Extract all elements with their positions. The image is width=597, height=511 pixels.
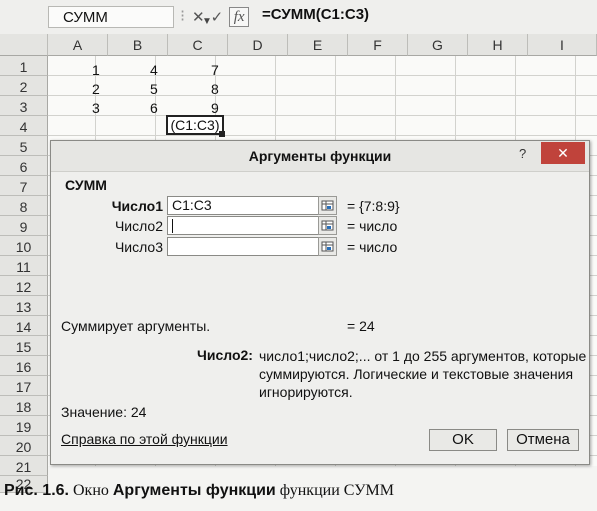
row-header-13[interactable]: 13 [0, 296, 48, 316]
column-header-i[interactable]: I [528, 34, 597, 56]
fill-handle[interactable] [219, 131, 225, 137]
formula-input[interactable]: =СУММ(C1:C3) [262, 6, 369, 23]
cell-c1[interactable]: 7 [211, 62, 219, 78]
column-header-a[interactable]: A [48, 34, 108, 56]
column-header-d[interactable]: D [228, 34, 288, 56]
column-header-c[interactable]: C [168, 34, 228, 56]
name-box-value: СУММ [63, 9, 108, 26]
function-result: = 24 [347, 318, 375, 334]
cell-c2[interactable]: 8 [211, 81, 219, 97]
column-header-b[interactable]: B [108, 34, 168, 56]
row-header-3[interactable]: 3 [0, 96, 48, 116]
caption-bold: Аргументы функции [112, 482, 276, 499]
row-header-8[interactable]: 8 [0, 196, 48, 216]
column-header-e[interactable]: E [288, 34, 348, 56]
formula-bar-separator-icon: ⁝ [180, 8, 186, 25]
row-header-15[interactable]: 15 [0, 336, 48, 356]
cell-a1[interactable]: 1 [92, 62, 100, 78]
cell-a2[interactable]: 2 [92, 81, 100, 97]
caption-text2: функции СУММ [275, 482, 394, 499]
row-header-19[interactable]: 19 [0, 416, 48, 436]
arg2-collapse-icon[interactable] [318, 216, 337, 235]
row-header-6[interactable]: 6 [0, 156, 48, 176]
insert-function-icon[interactable]: fx [229, 7, 250, 27]
function-arguments-dialog: Аргументы функции ? ✕ СУММ Число1 C1:C3 … [50, 140, 590, 465]
arg2-result: = число [347, 218, 398, 234]
row-header-12[interactable]: 12 [0, 276, 48, 296]
row-header-4[interactable]: 4 [0, 116, 48, 136]
text-caret [172, 219, 173, 233]
row-header-14[interactable]: 14 [0, 316, 48, 336]
row-header-21[interactable]: 21 [0, 456, 48, 476]
row-header-11[interactable]: 11 [0, 256, 48, 276]
enter-entry-icon[interactable]: ✓ [211, 8, 224, 26]
figure-caption: Рис. 1.6. Окно Аргументы функции функции… [4, 482, 394, 500]
value-label: Значение: 24 [61, 404, 147, 420]
row-header-18[interactable]: 18 [0, 396, 48, 416]
function-name: СУММ [65, 177, 107, 193]
cell-b3[interactable]: 6 [150, 100, 158, 116]
function-description: Суммирует аргументы. [61, 318, 211, 334]
row-header-17[interactable]: 17 [0, 376, 48, 396]
cell-a3[interactable]: 3 [92, 100, 100, 116]
cell-b1[interactable]: 4 [150, 62, 158, 78]
help-icon[interactable]: ? [519, 146, 526, 161]
select-all-corner[interactable] [0, 34, 48, 56]
caption-text1: Окно [68, 482, 113, 499]
arg2-input[interactable] [167, 216, 325, 235]
arg3-result: = число [347, 239, 398, 255]
cell-b2[interactable]: 5 [150, 81, 158, 97]
caption-prefix: Рис. 1.6. [4, 482, 69, 499]
row-header-7[interactable]: 7 [0, 176, 48, 196]
arg3-input[interactable] [167, 237, 325, 256]
help-link[interactable]: Справка по этой функции [61, 431, 228, 447]
arg1-result: = {7:8:9} [347, 198, 400, 214]
dialog-title-bar[interactable]: Аргументы функции ? ✕ [51, 141, 589, 172]
close-button[interactable]: ✕ [541, 142, 585, 164]
arg3-collapse-icon[interactable] [318, 237, 337, 256]
row-header-9[interactable]: 9 [0, 216, 48, 236]
arg-help-label: Число2: [197, 347, 253, 363]
ok-button[interactable]: OK [429, 429, 497, 451]
row-header-16[interactable]: 16 [0, 356, 48, 376]
name-box[interactable]: СУММ ▼ [48, 6, 212, 28]
arg1-label: Число1 [111, 198, 163, 214]
arg-help-text: число1;число2;... от 1 до 255 аргументов… [259, 348, 587, 400]
row-header-2[interactable]: 2 [0, 76, 48, 96]
active-cell-c4[interactable]: (C1:C3) [166, 115, 224, 135]
column-header-g[interactable]: G [408, 34, 468, 56]
row-header-20[interactable]: 20 [0, 436, 48, 456]
cancel-entry-icon[interactable]: ✕ [192, 8, 205, 26]
arg3-label: Число3 [114, 239, 163, 255]
row-header-1[interactable]: 1 [0, 56, 48, 76]
cell-c3[interactable]: 9 [211, 100, 219, 116]
arg1-collapse-icon[interactable] [318, 196, 337, 215]
arg1-input[interactable]: C1:C3 [167, 196, 325, 215]
cancel-button[interactable]: Отмена [507, 429, 579, 451]
arg2-label: Число2 [114, 218, 163, 234]
dialog-title: Аргументы функции [248, 148, 392, 164]
row-header-5[interactable]: 5 [0, 136, 48, 156]
column-header-f[interactable]: F [348, 34, 408, 56]
formula-bar-buttons: ✕ ✓ fx [192, 5, 250, 29]
row-header-10[interactable]: 10 [0, 236, 48, 256]
column-header-h[interactable]: H [468, 34, 528, 56]
